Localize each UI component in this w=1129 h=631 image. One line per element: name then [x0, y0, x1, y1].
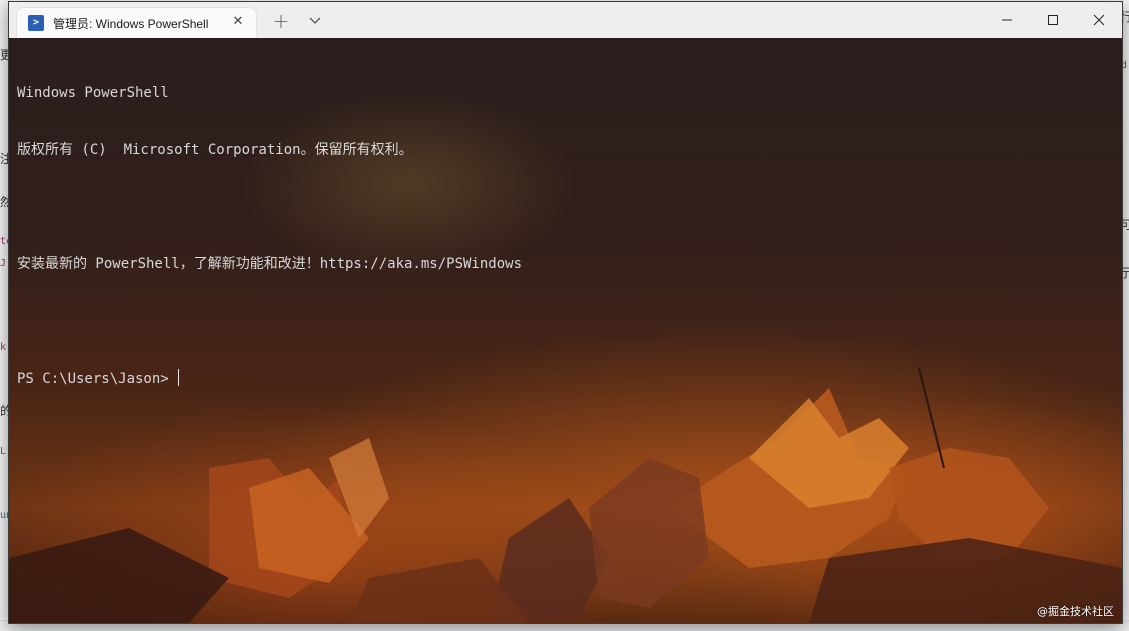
- terminal-line: 版权所有 (C) Microsoft Corporation。保留所有权利。: [17, 142, 413, 158]
- shell-prompt: PS C:\Users\Jason>: [17, 371, 169, 387]
- terminal-line: 安装最新的 PowerShell，了解新功能和改进！https://aka.ms…: [17, 256, 523, 272]
- new-tab-button[interactable]: +: [269, 11, 293, 31]
- minimize-icon: [1002, 19, 1012, 21]
- close-icon: [1093, 14, 1105, 26]
- terminal-window: > 管理员: Windows PowerShell ✕ + Windows Po…: [8, 1, 1123, 624]
- background-peek-text: k: [0, 342, 7, 353]
- text-cursor: [177, 369, 179, 386]
- chevron-down-icon: [309, 17, 321, 24]
- maximize-icon: [1048, 15, 1058, 25]
- title-bar[interactable]: > 管理员: Windows PowerShell ✕ +: [9, 2, 1122, 38]
- background-peek-text: J: [0, 258, 7, 269]
- tab-close-button[interactable]: ✕: [228, 12, 248, 32]
- close-window-button[interactable]: [1076, 2, 1122, 38]
- tab-powershell[interactable]: > 管理员: Windows PowerShell ✕: [17, 8, 256, 38]
- prompt-line[interactable]: PS C:\Users\Jason>: [17, 369, 522, 388]
- tab-dropdown-button[interactable]: [304, 10, 326, 32]
- terminal-line: Windows PowerShell: [17, 85, 169, 101]
- tab-title: 管理员: Windows PowerShell: [53, 17, 209, 31]
- terminal-output: Windows PowerShell 版权所有 (C) Microsoft Co…: [17, 46, 522, 426]
- maximize-button[interactable]: [1030, 2, 1076, 38]
- powershell-icon: >: [28, 15, 44, 31]
- minimize-button[interactable]: [984, 2, 1030, 38]
- terminal-pane[interactable]: Windows PowerShell 版权所有 (C) Microsoft Co…: [9, 38, 1122, 623]
- background-peek-text: L: [0, 446, 7, 457]
- watermark: @掘金技术社区: [1037, 605, 1114, 618]
